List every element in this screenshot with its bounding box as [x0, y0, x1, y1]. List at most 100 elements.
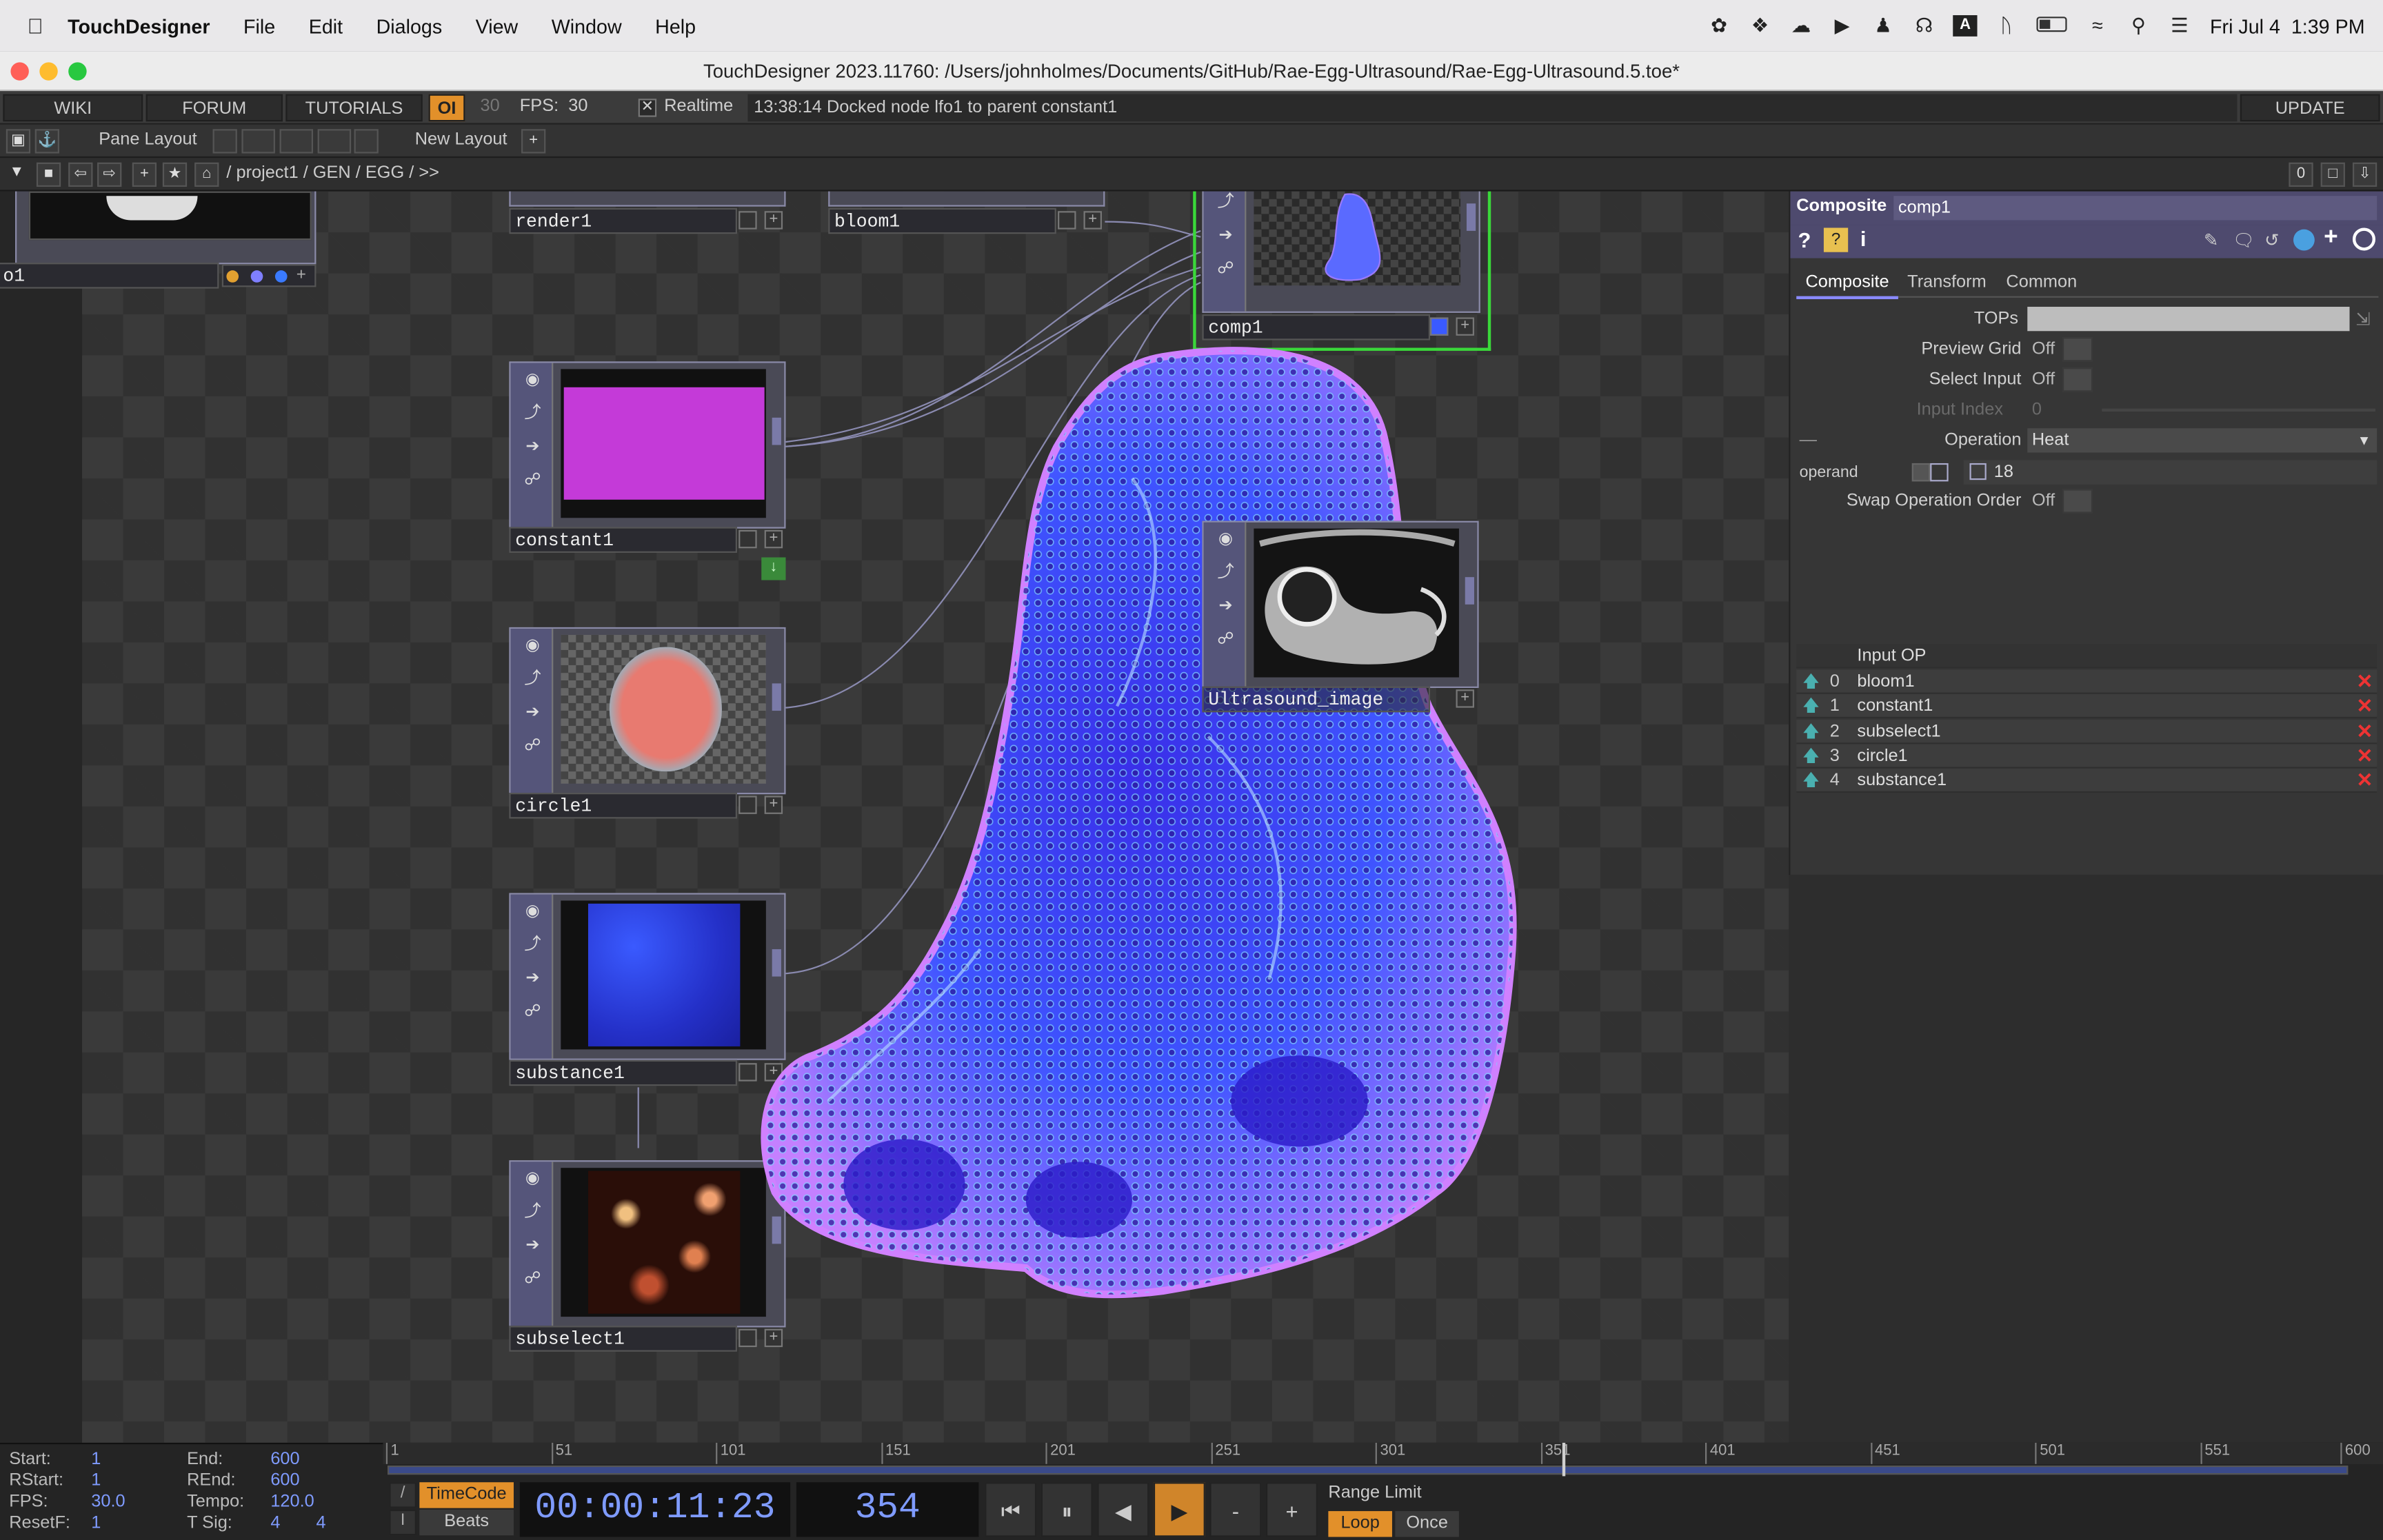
remove-input-icon[interactable]: ✕ — [2355, 721, 2373, 741]
node-constant1-label[interactable]: constant1 — [509, 527, 737, 553]
add-layout-icon[interactable]: + — [521, 129, 546, 154]
oi-button[interactable]: OI — [428, 94, 465, 122]
zoom-button[interactable] — [68, 62, 87, 81]
close-button[interactable] — [10, 62, 29, 81]
step-plus-button[interactable]: + — [1266, 1482, 1318, 1537]
comment-icon[interactable]: 🗨 — [2233, 230, 2255, 250]
play-icon[interactable]: ▶ — [1153, 1482, 1205, 1537]
accessibility-icon[interactable]: ♟ — [1871, 14, 1896, 37]
bloom1-viewer-flag[interactable] — [1058, 211, 1076, 230]
search-icon[interactable]: ⚲ — [2126, 14, 2151, 37]
home-icon[interactable]: ⌂ — [194, 162, 219, 187]
ultrasound-viewer-icon[interactable]: ◉ — [1214, 529, 1237, 551]
rstart-value[interactable]: 1 — [91, 1472, 101, 1490]
ultrasound-arrow-icon[interactable]: ➔ — [1214, 596, 1237, 618]
reorder-up-icon[interactable]: 🡅 — [1802, 744, 1820, 768]
menu-file[interactable]: File — [243, 14, 275, 37]
render1-add-icon[interactable]: + — [764, 211, 783, 230]
menu-dialogs[interactable]: Dialogs — [376, 14, 443, 37]
target-icon[interactable] — [2352, 227, 2376, 251]
tsig-numerator[interactable]: 4 — [270, 1514, 280, 1532]
add-param-icon[interactable]: + — [2324, 225, 2338, 252]
tutorials-button[interactable]: TUTORIALS — [285, 94, 423, 122]
pause-icon[interactable]: ⏸ — [1040, 1482, 1093, 1537]
node-render1-label[interactable]: render1 — [509, 207, 737, 234]
node-circle1-label[interactable]: circle1 — [509, 793, 737, 819]
reorder-up-icon[interactable]: 🡅 — [1802, 719, 1820, 743]
operand-checkbox-b[interactable] — [1969, 463, 1987, 480]
menu-window[interactable]: Window — [552, 14, 622, 37]
node-substance1[interactable]: ◉ ⤴ ➔ ☍ — [509, 893, 786, 1060]
input-op-name[interactable]: substance1 — [1857, 769, 1947, 793]
loop-button[interactable]: Loop — [1328, 1511, 1392, 1537]
tab-transform[interactable]: Transform — [1907, 274, 1987, 292]
back-icon[interactable]: ⇦ — [68, 162, 93, 187]
new-layout-label[interactable]: New Layout — [415, 130, 507, 148]
bloom1-add-icon[interactable]: + — [1083, 211, 1102, 230]
tops-drag-icon[interactable]: ⇲ — [2355, 308, 2370, 330]
layout-split-v-icon[interactable] — [279, 129, 314, 154]
breadcrumb[interactable]: / project1 / GEN / EGG / >> — [226, 164, 439, 182]
stop-icon[interactable]: ■ — [36, 162, 61, 187]
beats-button[interactable]: Beats — [419, 1509, 514, 1536]
substance1-viewer-icon[interactable]: ◉ — [521, 900, 544, 923]
tab-composite[interactable]: Composite — [1796, 274, 1898, 300]
info-icon[interactable]: i — [1860, 226, 1867, 250]
substance1-bypass-icon[interactable]: ⤴ — [521, 934, 544, 957]
operand-field[interactable]: 18 — [1963, 460, 2377, 485]
comp1-viewer-flag[interactable] — [1430, 317, 1449, 336]
end-value[interactable]: 600 — [270, 1450, 299, 1468]
remove-input-icon[interactable]: ✕ — [2355, 770, 2373, 790]
reorder-up-icon[interactable]: 🡅 — [1802, 694, 1820, 718]
minimize-button[interactable] — [39, 62, 58, 81]
rend-value[interactable]: 600 — [270, 1472, 299, 1490]
pane-menu-icon[interactable]: ▼ — [5, 163, 29, 187]
comp1-output-connector[interactable] — [1466, 203, 1476, 231]
ultrasound-output-connector[interactable] — [1465, 577, 1474, 605]
maximize-pane-icon[interactable]: □ — [2320, 162, 2345, 187]
ultrasound-add-icon[interactable]: + — [1456, 689, 1474, 708]
realtime-checkbox[interactable]: ✕ — [638, 99, 657, 117]
dropbox-icon[interactable]: ❖ — [1748, 14, 1772, 37]
constant1-lock-icon[interactable]: ☍ — [521, 469, 544, 492]
reorder-up-icon[interactable]: 🡅 — [1802, 670, 1820, 694]
input-op-name[interactable]: bloom1 — [1857, 670, 1914, 694]
anchor-icon[interactable]: ⚓ — [34, 129, 59, 154]
start-value[interactable]: 1 — [91, 1450, 101, 1468]
menu-edit[interactable]: Edit — [309, 14, 343, 37]
python-help-icon[interactable]: ? — [1823, 227, 1849, 252]
pane-window-icon[interactable]: ▣ — [6, 129, 31, 154]
frame-display[interactable]: 354 — [796, 1482, 979, 1537]
pane-split-icon[interactable]: ⇩ — [2352, 162, 2377, 187]
playhead[interactable] — [1562, 1442, 1566, 1477]
node-bloom1-label[interactable]: bloom1 — [828, 207, 1056, 234]
node-subselect1-label[interactable]: subselect1 — [509, 1326, 737, 1352]
python-icon[interactable] — [2293, 229, 2315, 251]
add-icon[interactable]: + — [132, 162, 157, 187]
select-input-toggle[interactable] — [2062, 367, 2093, 392]
bluetooth-icon[interactable]: ᚢ — [1994, 14, 2018, 37]
substance1-lock-icon[interactable]: ☍ — [521, 1001, 544, 1024]
input-index-slider[interactable] — [2102, 408, 2376, 412]
wiki-button[interactable]: WIKI — [3, 94, 143, 122]
operand-mode-button[interactable] — [1911, 463, 1931, 482]
wifi-icon[interactable]: ≈ — [2085, 14, 2109, 37]
input-op-name[interactable]: constant1 — [1857, 694, 1933, 718]
op-name-field[interactable]: comp1 — [1893, 196, 2377, 221]
node-comp1-label[interactable]: comp1 — [1202, 314, 1431, 341]
circle1-bypass-icon[interactable]: ⤴ — [521, 668, 544, 691]
constant1-arrow-icon[interactable]: ➔ — [521, 436, 544, 458]
pane-number[interactable]: 0 — [2289, 162, 2313, 187]
swap-order-toggle[interactable] — [2062, 489, 2093, 514]
menu-app-name[interactable]: TouchDesigner — [68, 14, 210, 37]
range-bar[interactable] — [388, 1465, 2349, 1475]
forum-button[interactable]: FORUM — [145, 94, 283, 122]
step-back-icon[interactable]: ◀ — [1097, 1482, 1149, 1537]
beats-mode-icon[interactable]: I — [389, 1509, 416, 1536]
input-op-name[interactable]: subselect1 — [1857, 719, 1940, 743]
node-subselect1[interactable]: ◉ ⤴ ➔ ☍ — [509, 1160, 786, 1328]
layout-grid-icon[interactable] — [354, 129, 379, 154]
update-button[interactable]: UPDATE — [2240, 94, 2380, 122]
node-render1[interactable] — [509, 191, 786, 207]
constant1-viewer-icon[interactable]: ◉ — [521, 369, 544, 392]
